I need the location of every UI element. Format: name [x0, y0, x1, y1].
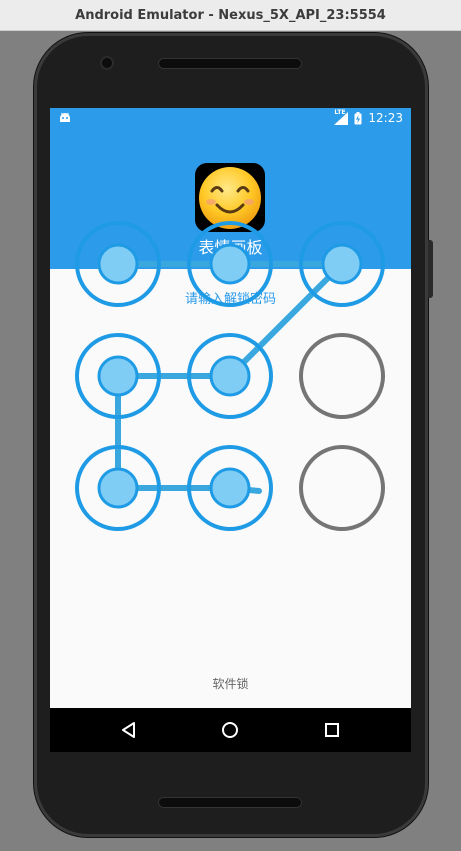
- pattern-lock-grid[interactable]: [50, 108, 411, 668]
- back-icon[interactable]: [118, 719, 140, 741]
- device-screen: LTE 12:23 请输入解锁密码 软件锁: [50, 108, 411, 752]
- top-speaker: [158, 58, 302, 69]
- pattern-node-9[interactable]: [299, 445, 385, 531]
- window-title: Android Emulator - Nexus_5X_API_23:5554: [75, 7, 386, 23]
- navigation-bar: [50, 708, 411, 752]
- device-power-button[interactable]: [428, 240, 433, 298]
- recents-icon[interactable]: [321, 719, 343, 741]
- software-lock-label: 软件锁: [212, 677, 249, 691]
- bottom-speaker: [158, 797, 302, 808]
- pattern-node-6[interactable]: [299, 333, 385, 419]
- home-icon[interactable]: [219, 719, 241, 741]
- front-camera: [102, 58, 112, 68]
- emulator-title-bar: Android Emulator - Nexus_5X_API_23:5554: [0, 0, 461, 31]
